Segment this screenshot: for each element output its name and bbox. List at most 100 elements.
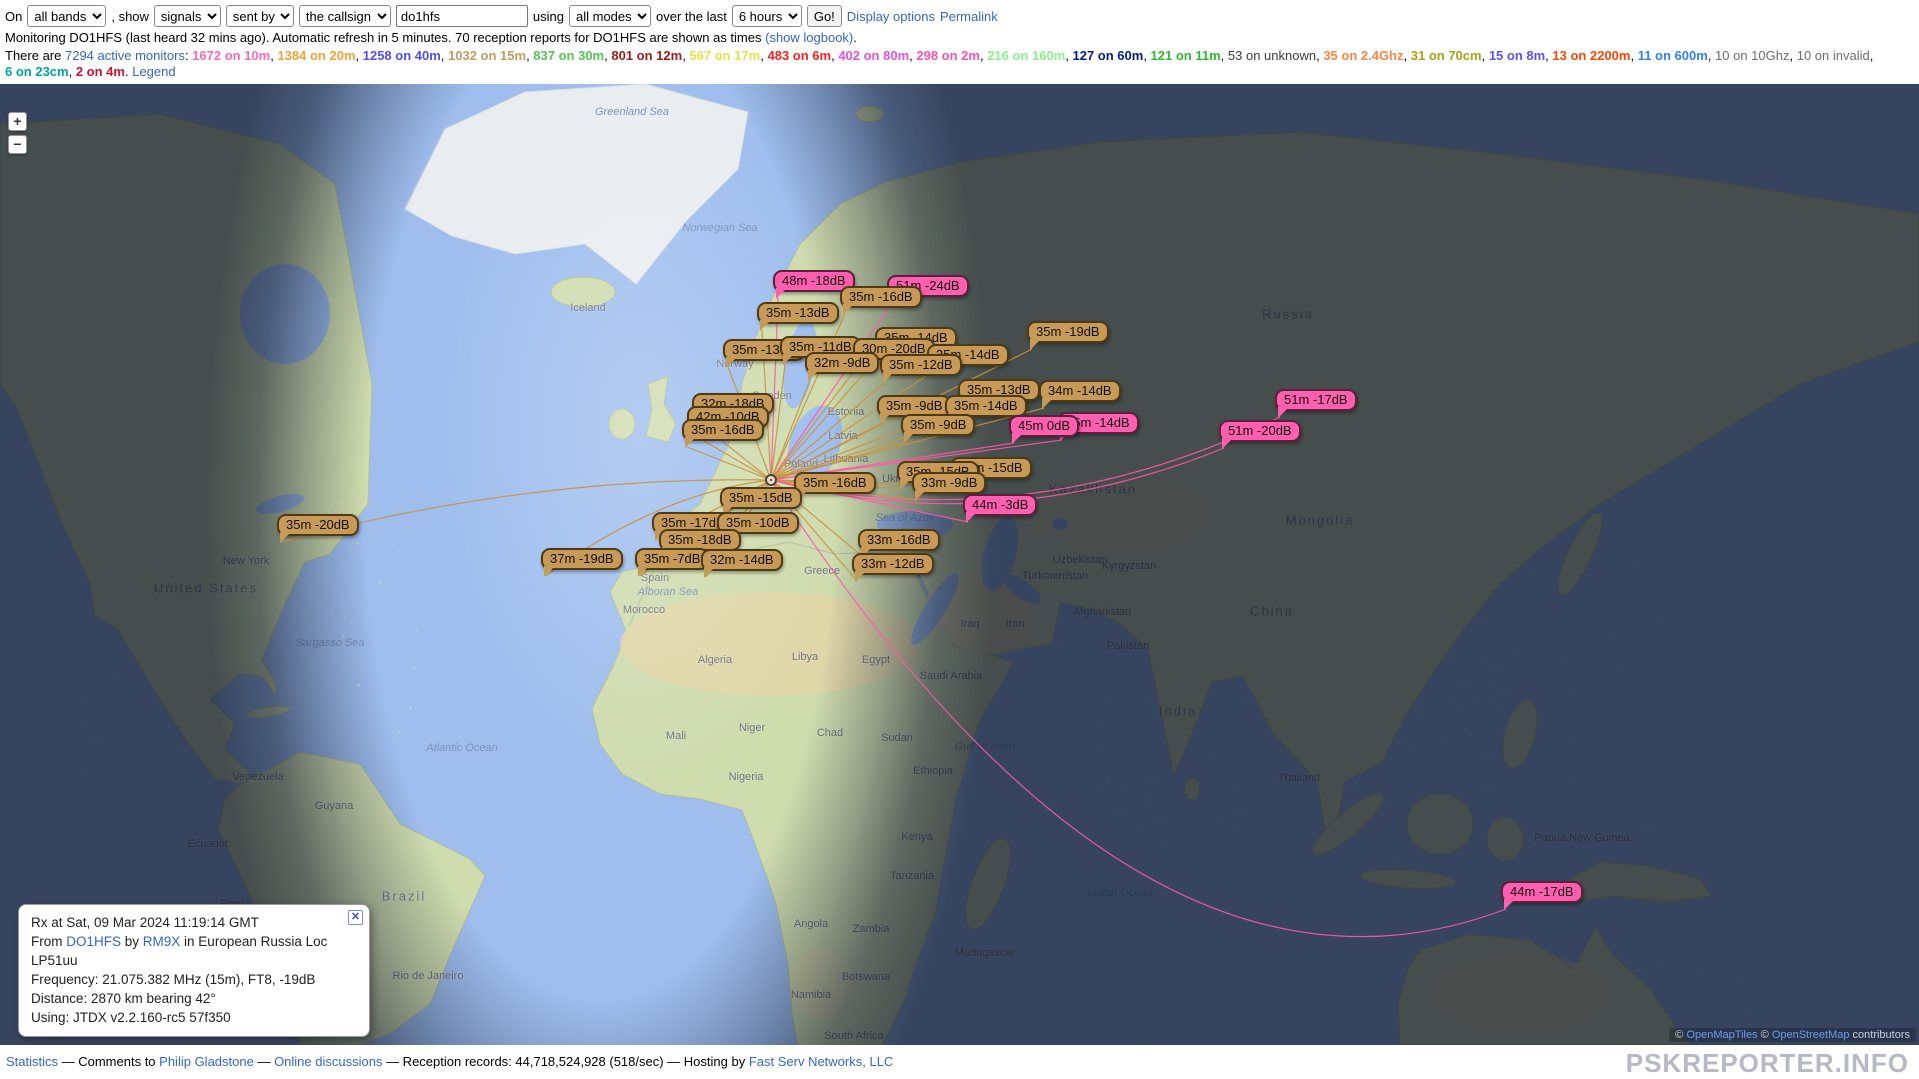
- zoom-control: + −: [8, 112, 27, 154]
- band-count: 2 on 4m: [76, 64, 125, 79]
- band-count: 483 on 6m: [767, 48, 831, 63]
- period-select[interactable]: 6 hours: [732, 5, 802, 27]
- mode-select[interactable]: all modes: [569, 5, 651, 27]
- band-count: 402 on 80m: [838, 48, 909, 63]
- popup-rx-time: Rx at Sat, 09 Mar 2024 11:19:14 GMT: [31, 913, 359, 932]
- band-count: 6 on 23cm: [5, 64, 69, 79]
- reception-balloon[interactable]: 35m -19dB: [1027, 321, 1109, 343]
- reception-balloon[interactable]: 32m -9dB: [805, 352, 879, 374]
- popup-by-label: by: [121, 934, 143, 949]
- footer-links-line: Statistics — Comments to Philip Gladston…: [6, 1054, 893, 1069]
- popup-frequency: Frequency: 21.075.382 MHz (15m), FT8, -1…: [31, 970, 359, 989]
- footer-bar: Statistics — Comments to Philip Gladston…: [0, 1045, 1919, 1079]
- band-select[interactable]: all bands: [27, 5, 106, 27]
- band-count: 10 on invalid: [1797, 48, 1870, 63]
- reception-balloon[interactable]: 35m -9dB: [901, 414, 975, 436]
- band-count-list: 1672 on 10m, 1384 on 20m, 1258 on 40m, 1…: [5, 48, 1873, 79]
- reception-balloon[interactable]: 51m -17dB: [1275, 389, 1357, 411]
- go-button[interactable]: Go!: [807, 5, 842, 27]
- attrib-suffix: contributors: [1849, 1029, 1910, 1041]
- reception-balloon[interactable]: 35m -16dB: [794, 472, 876, 494]
- band-count: 837 on 30m: [533, 48, 604, 63]
- band-count: 31 on 70cm: [1411, 48, 1482, 63]
- reception-balloon[interactable]: 33m -16dB: [858, 529, 940, 551]
- monitoring-status-line: Monitoring DO1HFS (last heard 32 mins ag…: [0, 29, 1919, 47]
- footer-text: — Reception records: 44,718,524,928 (518…: [382, 1054, 748, 1069]
- callsign-input[interactable]: [396, 5, 528, 27]
- direction-select[interactable]: sent by: [226, 5, 294, 27]
- band-count: 216 on 160m: [987, 48, 1065, 63]
- popup-receiver-link[interactable]: RM9X: [143, 934, 181, 949]
- band-count: 127 on 60m: [1072, 48, 1143, 63]
- pskreporter-watermark: PSKREPORTER.INFO: [1626, 1048, 1909, 1079]
- footer-text: — Comments to: [58, 1054, 159, 1069]
- openstreetmap-link[interactable]: OpenStreetMap: [1772, 1029, 1850, 1041]
- reception-balloon[interactable]: 35m -13dB: [757, 302, 839, 324]
- query-toolbar: On all bands , show signals sent by the …: [0, 0, 1919, 29]
- band-count: 11 on 600m: [1638, 48, 1708, 63]
- reception-balloon[interactable]: 51m -20dB: [1219, 420, 1301, 442]
- reception-balloon[interactable]: 44m -17dB: [1501, 881, 1583, 903]
- attrib-prefix: ©: [1675, 1029, 1686, 1041]
- popup-distance: Distance: 2870 km bearing 42°: [31, 989, 359, 1008]
- popup-from-prefix: From: [31, 934, 66, 949]
- attrib-mid: ©: [1758, 1029, 1772, 1041]
- footer-link-philip-gladstone[interactable]: Philip Gladstone: [159, 1054, 254, 1069]
- footer-link-online-discussions[interactable]: Online discussions: [274, 1054, 382, 1069]
- entity-select[interactable]: the callsign: [299, 5, 391, 27]
- what-select[interactable]: signals: [154, 5, 221, 27]
- reception-report-popup: ✕ Rx at Sat, 09 Mar 2024 11:19:14 GMT Fr…: [18, 904, 370, 1037]
- band-count: 35 on 2.4Ghz: [1323, 48, 1403, 63]
- zoom-out-button[interactable]: −: [8, 135, 27, 154]
- reception-balloon[interactable]: 33m -9dB: [912, 472, 986, 494]
- reception-balloon[interactable]: 35m -15dB: [720, 487, 802, 509]
- reception-balloons-layer: 48m -18dB51m -24dB35m -16dB35m -13dB35m …: [0, 84, 1919, 1045]
- overlast-label: over the last: [656, 9, 727, 24]
- popup-close-icon[interactable]: ✕: [348, 910, 363, 925]
- popup-sender-link[interactable]: DO1HFS: [66, 934, 121, 949]
- reception-balloon[interactable]: 35m -16dB: [682, 419, 764, 441]
- band-count: 53 on unknown: [1228, 48, 1316, 63]
- band-count: 10 on 10Ghz: [1715, 48, 1789, 63]
- status-period: .: [853, 30, 857, 45]
- reception-balloon[interactable]: 45m 0dB: [1009, 415, 1079, 437]
- reception-balloon[interactable]: 35m -20dB: [277, 514, 359, 536]
- reception-balloon[interactable]: 35m -7dB: [635, 548, 709, 570]
- monitoring-text: Monitoring DO1HFS (last heard 32 mins ag…: [5, 30, 765, 45]
- reception-balloon[interactable]: 35m -12dB: [880, 354, 962, 376]
- show-logbook-link[interactable]: (show logbook): [765, 30, 853, 45]
- band-count: 121 on 11m: [1151, 48, 1221, 63]
- band-count: 13 on 2200m: [1552, 48, 1630, 63]
- band-count: 15 on 8m: [1489, 48, 1545, 63]
- band-count: 801 on 12m: [611, 48, 682, 63]
- on-label: On: [5, 9, 22, 24]
- band-count: 298 on 2m: [916, 48, 980, 63]
- display-options-link[interactable]: Display options: [847, 9, 935, 24]
- footer-link-statistics[interactable]: Statistics: [6, 1054, 58, 1069]
- reception-balloon[interactable]: 35m -16dB: [840, 286, 922, 308]
- reception-balloon[interactable]: 44m -3dB: [963, 494, 1037, 516]
- popup-from-line: From DO1HFS by RM9X in European Russia L…: [31, 932, 359, 970]
- popup-software: Using: JTDX v2.2.160-rc5 57f350: [31, 1008, 359, 1027]
- zoom-in-button[interactable]: +: [8, 112, 27, 131]
- map-attribution: © OpenMapTiles © OpenStreetMap contribut…: [1669, 1028, 1916, 1042]
- reception-balloon[interactable]: 32m -14dB: [701, 549, 783, 571]
- monitors-prefix: There are: [5, 48, 65, 63]
- legend-link[interactable]: Legend: [132, 64, 175, 79]
- band-count: 1672 on 10m: [192, 48, 270, 63]
- monitors-line: There are 7294 active monitors: 1672 on …: [0, 47, 1919, 81]
- footer-text: —: [254, 1054, 274, 1069]
- reception-balloon[interactable]: 33m -12dB: [852, 553, 934, 575]
- band-count: 1384 on 20m: [277, 48, 355, 63]
- map-canvas[interactable]: Greenland SeaNorwegian SeaSargasso SeaAt…: [0, 84, 1919, 1045]
- footer-link-fast-serv-networks-llc[interactable]: Fast Serv Networks, LLC: [749, 1054, 894, 1069]
- reception-balloon[interactable]: 37m -19dB: [541, 548, 623, 570]
- active-monitors-link[interactable]: 7294 active monitors: [65, 48, 185, 63]
- openmaptiles-link[interactable]: OpenMapTiles: [1686, 1029, 1757, 1041]
- reception-balloon[interactable]: 34m -14dB: [1039, 380, 1121, 402]
- band-count: 1258 on 40m: [363, 48, 441, 63]
- band-count: 1032 on 15m: [448, 48, 526, 63]
- permalink-link[interactable]: Permalink: [940, 9, 998, 24]
- using-label: using: [533, 9, 564, 24]
- header: On all bands , show signals sent by the …: [0, 0, 1919, 84]
